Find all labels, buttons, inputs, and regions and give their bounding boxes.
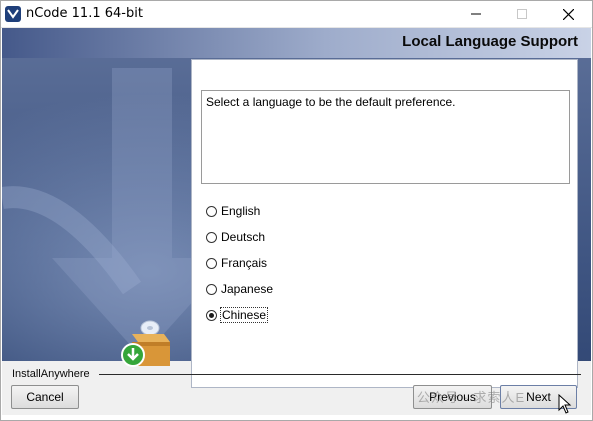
maximize-icon xyxy=(517,9,527,19)
previous-button[interactable]: Previous xyxy=(413,385,492,409)
title-bar: nCode 11.1 64-bit xyxy=(1,1,592,28)
language-option-japanese[interactable]: Japanese xyxy=(206,280,273,298)
radio-button[interactable] xyxy=(206,257,217,269)
installer-body: Local Language Support Select a language… xyxy=(2,28,591,415)
mouse-pointer-icon xyxy=(558,394,572,414)
radio-button[interactable] xyxy=(206,231,217,243)
footer-divider xyxy=(99,374,581,375)
language-option-chinese[interactable]: Chinese xyxy=(206,306,269,324)
language-label: English xyxy=(221,204,261,218)
radio-button-selected[interactable] xyxy=(206,309,217,321)
radio-button[interactable] xyxy=(206,205,217,217)
cancel-button[interactable]: Cancel xyxy=(11,385,79,409)
language-option-francais[interactable]: Français xyxy=(206,254,267,272)
description-text: Select a language to be the default pref… xyxy=(206,95,456,109)
language-label: Français xyxy=(221,256,268,270)
window-title: nCode 11.1 64-bit xyxy=(26,6,143,21)
language-label: Chinese xyxy=(219,307,269,323)
installer-package-icon xyxy=(121,320,170,367)
radio-button[interactable] xyxy=(206,283,217,295)
ncode-app-icon xyxy=(5,6,21,22)
minimize-icon xyxy=(471,13,481,15)
close-button[interactable] xyxy=(545,1,591,27)
minimize-button[interactable] xyxy=(453,1,499,27)
close-icon xyxy=(562,8,574,20)
language-label: Deutsch xyxy=(221,230,266,244)
brand-label: InstallAnywhere xyxy=(12,368,90,380)
installer-window: nCode 11.1 64-bit Local Language Support… xyxy=(0,0,593,421)
page-title: Local Language Support xyxy=(402,33,578,50)
description-box: Select a language to be the default pref… xyxy=(201,90,570,184)
language-option-english[interactable]: English xyxy=(206,202,260,220)
maximize-button[interactable] xyxy=(499,1,545,27)
language-option-deutsch[interactable]: Deutsch xyxy=(206,228,265,246)
content-panel: Select a language to be the default pref… xyxy=(191,59,578,388)
language-label: Japanese xyxy=(221,282,274,296)
